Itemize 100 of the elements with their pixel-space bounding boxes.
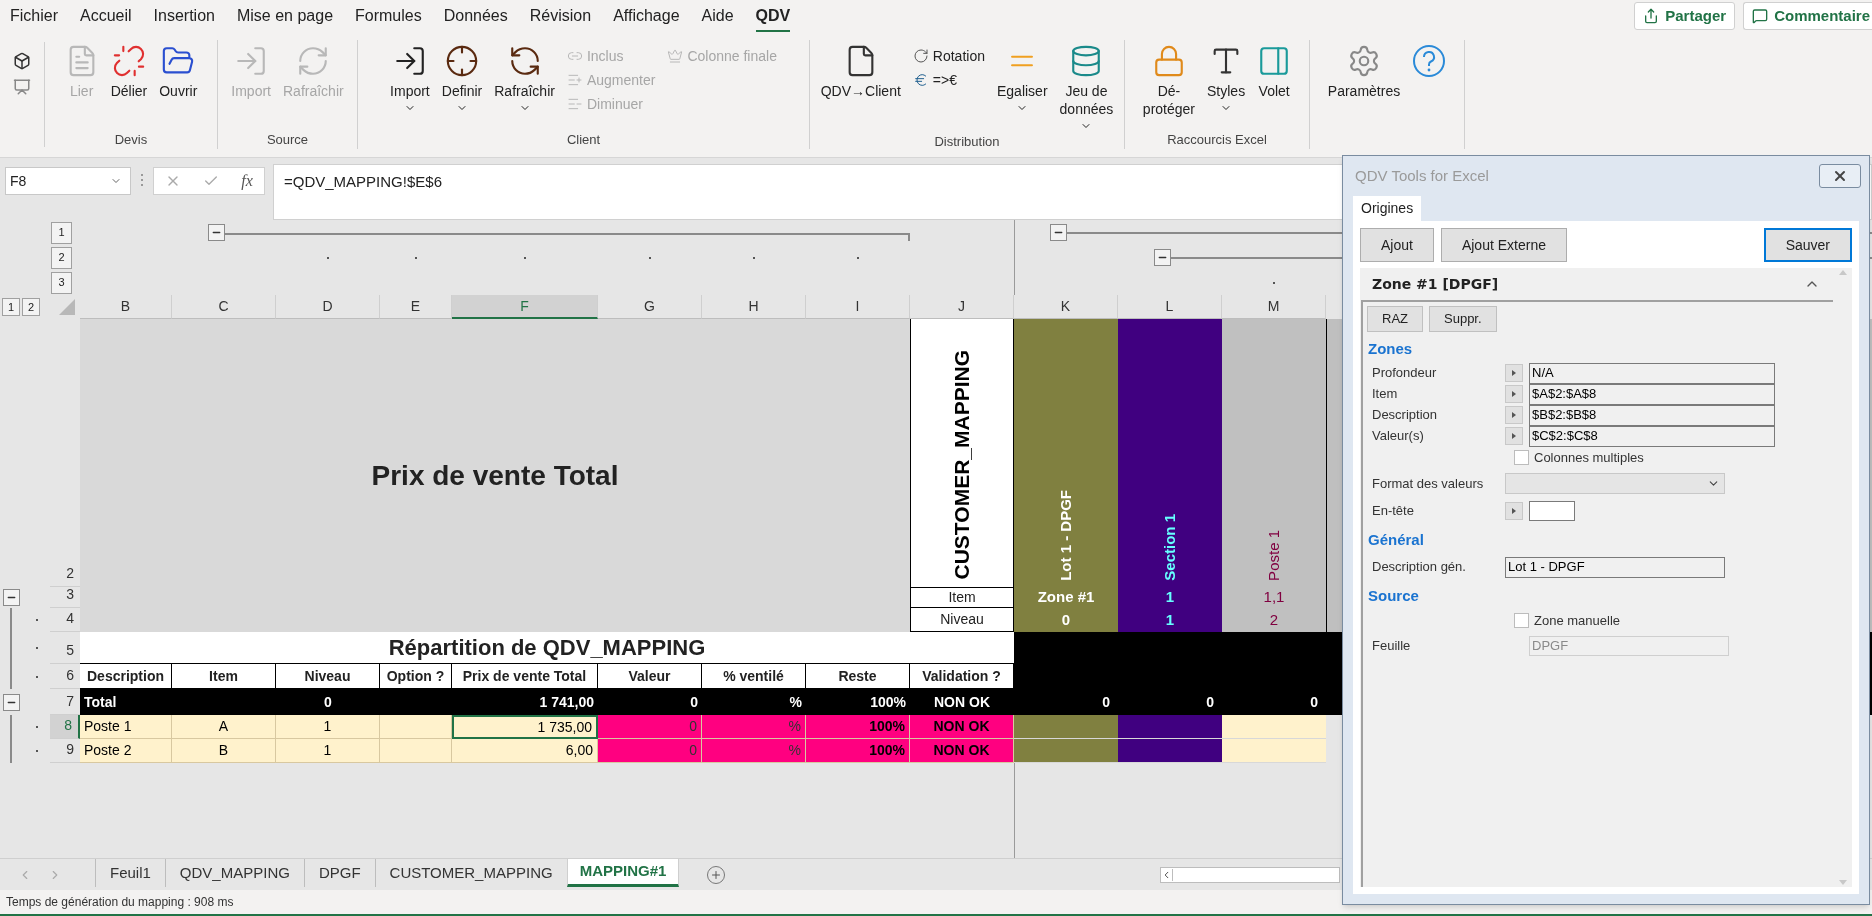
group-label: Client: [566, 130, 601, 149]
menu-tab[interactable]: Formules: [355, 0, 422, 33]
menu-tab[interactable]: Données: [443, 0, 508, 33]
column-header[interactable]: J: [910, 295, 1014, 319]
column-heading: Option ?: [380, 664, 452, 689]
ribbon-button[interactable]: Egaliser: [993, 44, 1052, 114]
row-header[interactable]: 3: [50, 587, 80, 608]
menu-tab[interactable]: Révision: [529, 0, 592, 33]
table-cell: 1: [1118, 587, 1222, 608]
column-header[interactable]: B: [80, 295, 172, 319]
table-cell: Poste 2: [80, 739, 172, 763]
menu-tab[interactable]: Accueil: [80, 0, 132, 33]
dialog-button[interactable]: Sauver: [1763, 228, 1852, 262]
table-cell: A: [172, 715, 276, 739]
outline-level-button[interactable]: 1: [2, 298, 20, 316]
sheet-title: Prix de vente Total: [371, 458, 619, 493]
table-cell: Item: [910, 587, 1014, 608]
table-cell: %: [702, 689, 806, 715]
zone-button[interactable]: Suppr.: [1429, 306, 1497, 332]
mapping-title: CUSTOMER_MAPPING: [950, 349, 974, 579]
column-header[interactable]: K: [1014, 295, 1118, 319]
ribbon-button[interactable]: Volet: [1253, 44, 1296, 100]
section-heading: Source: [1367, 586, 1420, 606]
share-button[interactable]: Partager: [1634, 2, 1736, 30]
table-cell: 100%: [806, 739, 910, 763]
dialog-button[interactable]: Ajout: [1360, 228, 1434, 262]
table-cell: 2: [1222, 608, 1326, 632]
table-cell: 0: [598, 739, 702, 763]
comments-button[interactable]: Commentaire: [1743, 2, 1872, 30]
table-cell: 0: [1014, 689, 1118, 715]
ribbon-button[interactable]: Styles: [1203, 44, 1250, 114]
column-header[interactable]: I: [806, 295, 910, 319]
table-title: Répartition de QDV_MAPPING: [388, 634, 706, 662]
menu-tab[interactable]: Fichier: [10, 0, 58, 33]
sheet-tab[interactable]: DPGF: [303, 859, 375, 887]
field-label: Description gén.: [1371, 558, 1467, 577]
table-cell: 0: [1222, 689, 1326, 715]
dialog-button[interactable]: Ajout Externe: [1440, 228, 1567, 262]
column-header[interactable]: G: [598, 295, 702, 319]
column-header[interactable]: F: [452, 295, 598, 319]
table-cell: Niveau: [910, 608, 1014, 632]
sheet-tab[interactable]: CUSTOMER_MAPPING: [374, 859, 567, 887]
field-label: Format des valeurs: [1371, 474, 1485, 493]
table-cell: 100%: [806, 715, 910, 739]
ribbon-small-button[interactable]: =>€: [912, 68, 957, 92]
table-cell: 1: [1118, 608, 1222, 632]
ribbon-button[interactable]: QDV→Client: [816, 44, 905, 100]
group-label: Distribution: [934, 133, 1000, 151]
zone-header[interactable]: Zone #1 [DPGF]: [1360, 268, 1834, 300]
ribbon-button[interactable]: Import: [386, 44, 434, 114]
ribbon-button[interactable]: Dé- protéger: [1138, 44, 1199, 118]
ribbon-button[interactable]: Délier: [106, 44, 152, 100]
section-heading: Général: [1367, 529, 1425, 550]
outline-level-button[interactable]: 3: [51, 271, 72, 294]
table-cell: Total: [80, 689, 172, 715]
menu-tab[interactable]: Affichage: [613, 0, 680, 33]
ribbon-small-button[interactable]: Rotation: [912, 44, 985, 68]
ribbon-button[interactable]: Paramètres: [1323, 44, 1405, 100]
column-header[interactable]: E: [380, 295, 452, 319]
ribbon-button[interactable]: Definir: [437, 44, 487, 114]
column-heading: Validation ?: [910, 664, 1014, 689]
column-header[interactable]: D: [276, 295, 380, 319]
group-label: Raccourcis Excel: [1167, 130, 1267, 149]
status-text: Temps de génération du mapping : 908 ms: [6, 894, 234, 911]
ribbon-button[interactable]: Ouvrir: [155, 44, 202, 100]
checkbox-label: Zone manuelle: [1534, 611, 1620, 630]
menu-tab[interactable]: Aide: [701, 0, 734, 33]
table-cell: NON OK: [910, 739, 1014, 763]
column-header[interactable]: L: [1118, 295, 1222, 319]
ribbon-button[interactable]: Rafraîchir: [490, 44, 559, 114]
row-header[interactable]: 8: [50, 715, 80, 739]
column-heading: Item: [172, 664, 276, 689]
insert-function-button[interactable]: fx: [241, 169, 253, 193]
column-heading: Niveau: [276, 664, 380, 689]
sheet-tab[interactable]: QDV_MAPPING: [164, 859, 304, 887]
outline-level-button[interactable]: 2: [51, 246, 72, 269]
range-field[interactable]: $C$2:$C$8: [1529, 425, 1775, 447]
table-cell: NON OK: [910, 689, 1014, 715]
text-field[interactable]: Lot 1 - DPGF: [1505, 556, 1725, 578]
outline-level-button[interactable]: 2: [22, 298, 40, 316]
sheet-tab[interactable]: MAPPING#1: [566, 859, 680, 887]
menu-tab[interactable]: Mise en page: [236, 0, 334, 33]
outline-level-button[interactable]: 1: [51, 221, 72, 244]
range-field[interactable]: N/A: [1529, 362, 1775, 384]
table-cell: 1: [276, 715, 380, 739]
column-title: Lot 1 - DPGF: [1055, 490, 1075, 581]
zone-button[interactable]: RAZ: [1367, 306, 1423, 332]
range-field[interactable]: $A$2:$A$8: [1529, 383, 1775, 405]
range-field[interactable]: $B$2:$B$8: [1529, 404, 1775, 426]
dialog-tab[interactable]: Origines: [1353, 196, 1422, 221]
column-heading: Reste: [806, 664, 910, 689]
column-header[interactable]: H: [702, 295, 806, 319]
column-heading: Prix de vente Total: [452, 664, 598, 689]
table-cell: %: [702, 739, 806, 763]
column-header[interactable]: C: [172, 295, 276, 319]
menu-tab[interactable]: Insertion: [153, 0, 215, 33]
name-box[interactable]: F8: [5, 167, 131, 195]
ribbon-button[interactable]: Jeu de données: [1055, 44, 1118, 132]
sheet-tab[interactable]: Feuil1: [95, 859, 165, 887]
column-header[interactable]: M: [1222, 295, 1326, 319]
